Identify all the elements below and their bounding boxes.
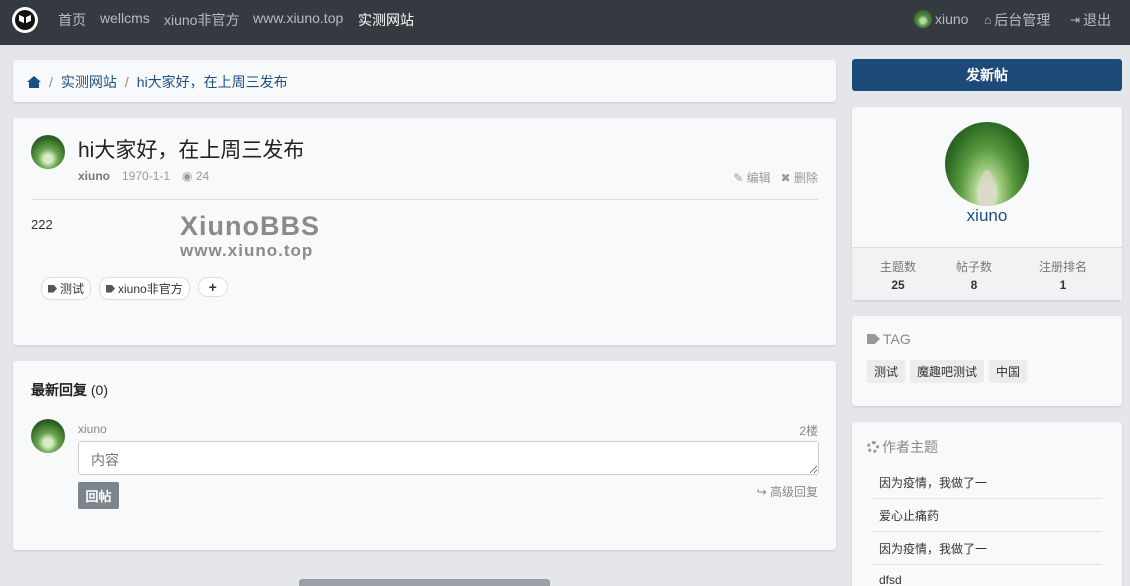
stat-rank: 注册排名 1 xyxy=(1039,258,1087,292)
site-logo[interactable] xyxy=(12,7,38,33)
nav-user-label: xiuno xyxy=(935,11,969,27)
sidebar-tags: 测试 魔趣吧测试 中国 xyxy=(867,360,1028,383)
top-navbar: 首页 wellcms xiuno非官方 www.xiuno.top 实测网站 x… xyxy=(0,0,1130,45)
edit-label: 编辑 xyxy=(746,171,771,185)
tag-card-title: TAG xyxy=(867,331,911,347)
advanced-reply-link[interactable]: ↪ 高级回复 xyxy=(757,483,818,500)
close-icon: ✖ xyxy=(780,171,794,185)
replies-count: (0) xyxy=(90,382,109,398)
tags-icon xyxy=(867,334,880,344)
tag-icon xyxy=(106,284,116,293)
author-avatar[interactable] xyxy=(31,135,65,169)
breadcrumb-forum[interactable]: 实测网站 xyxy=(61,72,117,92)
nav-user[interactable]: xiuno xyxy=(914,10,968,28)
post-date: 1970-1-1 xyxy=(122,169,171,183)
post-actions: ✎ 编辑 ✖ 删除 xyxy=(733,169,818,186)
watermark-line2: www.xiuno.top xyxy=(180,241,314,260)
new-post-button[interactable]: 发新帖 xyxy=(852,59,1122,91)
post-tag[interactable]: xiuno非官方 xyxy=(99,277,190,300)
tag-card-label: TAG xyxy=(883,331,911,347)
post-body: 222 xyxy=(31,217,53,232)
home-icon: ⌂ xyxy=(984,13,992,27)
threads-card-label: 作者主题 xyxy=(882,439,938,455)
reply-textarea[interactable] xyxy=(78,441,819,475)
stat-value: 1 xyxy=(1059,278,1067,292)
stat-label: 注册排名 xyxy=(1039,260,1088,274)
post-author[interactable]: xiuno xyxy=(78,169,110,183)
edit-button[interactable]: ✎ 编辑 xyxy=(733,169,770,186)
watermark-line1: XiunoBBS xyxy=(180,211,320,241)
breadcrumb-separator: / xyxy=(49,74,53,90)
nav-admin[interactable]: ⌂ 后台管理 xyxy=(984,10,1050,30)
breadcrumb: / 实测网站 / hi大家好，在上周三发布 xyxy=(13,60,836,102)
post-meta: xiuno 1970-1-1 ◉ 24 xyxy=(78,169,209,183)
replies-card: 最新回复 (0) xiuno 2楼 回帖 ↪ 高级回复 xyxy=(13,361,836,550)
stat-value: 25 xyxy=(891,278,905,292)
thread-link[interactable]: 因为疫情，我做了一 xyxy=(872,532,1102,565)
nav-xiuno-unofficial[interactable]: xiuno非官方 xyxy=(164,10,239,30)
edit-icon: ✎ xyxy=(733,171,747,185)
share-icon: ↪ xyxy=(756,485,770,499)
profile-card: xiuno 主题数 25 帖子数 8 注册排名 1 xyxy=(852,107,1122,300)
thread-link[interactable]: 爱心止痛药 xyxy=(872,499,1102,532)
reply-submit-button[interactable]: 回帖 xyxy=(78,482,119,509)
stat-threads: 主题数 25 xyxy=(880,258,916,292)
watermark-image: XiunoBBS www.xiuno.top xyxy=(180,211,320,261)
nav-home[interactable]: 首页 xyxy=(58,10,86,30)
reply-user-avatar[interactable] xyxy=(31,419,65,453)
sidebar-tag[interactable]: 中国 xyxy=(989,360,1028,383)
user-avatar-icon xyxy=(914,10,932,28)
delete-label: 删除 xyxy=(793,171,818,185)
stat-posts: 帖子数 8 xyxy=(956,258,992,292)
floor-number: 2楼 xyxy=(799,424,818,438)
replies-title: 最新回复 xyxy=(31,382,87,398)
thread-list: 因为疫情，我做了一 爱心止痛药 因为疫情，我做了一 dfsd xyxy=(872,466,1102,586)
stat-label: 主题数 xyxy=(880,260,917,274)
sidebar-tag[interactable]: 魔趣吧测试 xyxy=(910,360,985,383)
profile-stats: 主题数 25 帖子数 8 注册排名 1 xyxy=(852,247,1122,300)
add-tag-button[interactable]: + xyxy=(197,277,228,297)
advanced-reply-label: 高级回复 xyxy=(769,485,818,499)
gear-icon xyxy=(867,441,879,453)
nav-logout[interactable]: ⇥ 退出 xyxy=(1070,10,1111,30)
nav-admin-label: 后台管理 xyxy=(994,12,1051,28)
thread-link[interactable]: 因为疫情，我做了一 xyxy=(872,466,1102,499)
delete-button[interactable]: ✖ 删除 xyxy=(781,169,818,186)
profile-name[interactable]: xiuno xyxy=(852,206,1122,226)
reply-username: xiuno xyxy=(78,422,107,436)
post-views: ◉ 24 xyxy=(182,169,209,183)
tag-icon xyxy=(48,284,57,293)
pagination-bar[interactable] xyxy=(299,579,550,586)
divider xyxy=(31,199,818,200)
profile-avatar[interactable] xyxy=(945,122,1029,206)
breadcrumb-separator: / xyxy=(124,74,129,90)
author-threads-card: 作者主题 因为疫情，我做了一 爱心止痛药 因为疫情，我做了一 dfsd xyxy=(852,422,1122,586)
sign-out-icon: ⇥ xyxy=(1070,13,1081,27)
stat-label: 帖子数 xyxy=(956,260,993,274)
nav-xiuno-top[interactable]: www.xiuno.top xyxy=(253,10,343,26)
tag-label: 测试 xyxy=(60,282,85,296)
post-card: hi大家好，在上周三发布 xiuno 1970-1-1 ◉ 24 ✎ 编辑 ✖ … xyxy=(13,118,836,345)
tag-label: xiuno非官方 xyxy=(118,282,183,296)
breadcrumb-thread[interactable]: hi大家好，在上周三发布 xyxy=(137,72,288,92)
post-tag[interactable]: 测试 xyxy=(41,277,92,300)
sidebar-tag[interactable]: 测试 xyxy=(867,360,906,383)
post-title: hi大家好，在上周三发布 xyxy=(78,139,305,162)
eye-icon: ◉ xyxy=(182,169,196,183)
stat-value: 8 xyxy=(970,278,978,292)
replies-heading: 最新回复 (0) xyxy=(31,380,108,400)
logo-mark-icon xyxy=(15,10,35,30)
tag-card: TAG 测试 魔趣吧测试 中国 xyxy=(852,316,1122,406)
thread-link[interactable]: dfsd xyxy=(872,565,1102,586)
views-count: 24 xyxy=(195,169,210,183)
threads-card-title: 作者主题 xyxy=(867,437,938,457)
nav-test-site[interactable]: 实测网站 xyxy=(358,10,414,30)
post-tags: 测试 xiuno非官方 + xyxy=(41,277,228,300)
home-icon[interactable] xyxy=(27,76,41,88)
nav-wellcms[interactable]: wellcms xyxy=(100,10,150,26)
nav-logout-label: 退出 xyxy=(1083,12,1112,28)
